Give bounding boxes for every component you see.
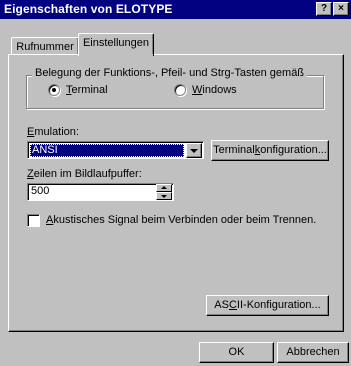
tab-rufnummer-label: Rufnummer bbox=[16, 41, 74, 53]
sound-checkbox-text: kustisches Signal beim Verbinden oder be… bbox=[53, 214, 317, 226]
emulation-selected-value: ANSI bbox=[30, 144, 184, 157]
terminal-config-post: onfiguration... bbox=[260, 144, 327, 156]
spin-up-icon[interactable] bbox=[156, 184, 172, 192]
radio-terminal[interactable] bbox=[48, 84, 60, 96]
radio-selected-dot bbox=[52, 88, 56, 92]
radio-windows[interactable] bbox=[174, 84, 186, 96]
tab-einstellungen[interactable]: Einstellungen bbox=[78, 33, 154, 56]
spin-down-icon[interactable] bbox=[156, 192, 172, 200]
mnemonic-w: W bbox=[192, 84, 203, 96]
emulation-select[interactable]: ANSI bbox=[27, 141, 204, 159]
sound-checkbox[interactable] bbox=[27, 214, 40, 227]
title-bar[interactable]: Eigenschaften von ELOTYPE ? × bbox=[0, 0, 351, 19]
tab-rufnummer[interactable]: Rufnummer bbox=[11, 37, 79, 55]
ok-button[interactable]: OK bbox=[199, 342, 274, 363]
emulation-label: Emulation: bbox=[27, 126, 79, 138]
close-button[interactable]: × bbox=[333, 2, 349, 16]
active-tab-joint bbox=[79, 54, 153, 56]
mnemonic-c: C bbox=[228, 299, 237, 311]
scrollback-input[interactable]: 500 bbox=[27, 183, 174, 201]
tab-einstellungen-label: Einstellungen bbox=[82, 37, 150, 49]
cancel-button[interactable]: Abbrechen bbox=[277, 342, 349, 363]
sound-checkbox-label[interactable]: Akustisches Signal beim Verbinden oder b… bbox=[46, 214, 316, 226]
ascii-config-pre: AS bbox=[214, 299, 229, 311]
scrollback-spinner[interactable] bbox=[156, 184, 172, 200]
properties-dialog: Eigenschaften von ELOTYPE ? × Rufnummer … bbox=[0, 0, 351, 366]
help-button[interactable]: ? bbox=[316, 2, 332, 16]
dropdown-arrow-icon[interactable] bbox=[186, 143, 202, 158]
window-title: Eigenschaften von ELOTYPE bbox=[4, 2, 173, 16]
terminal-config-pre: Terminal bbox=[213, 144, 255, 156]
ascii-config-button[interactable]: ASCII-Konfiguration... bbox=[206, 295, 329, 316]
scrollback-label-text: eilen im Bildlaufpuffer: bbox=[33, 168, 142, 180]
mnemonic-z: Z bbox=[27, 168, 34, 180]
ascii-config-post: II-Konfiguration... bbox=[236, 299, 321, 311]
radio-terminal-text: erminal bbox=[71, 84, 108, 96]
terminal-config-button[interactable]: Terminalkonfiguration... bbox=[211, 140, 329, 161]
scrollback-label: Zeilen im Bildlaufpuffer: bbox=[27, 168, 142, 180]
radio-windows-text: indows bbox=[202, 84, 237, 96]
radio-windows-label[interactable]: Windows bbox=[192, 84, 237, 96]
radio-terminal-label[interactable]: Terminal bbox=[66, 84, 108, 96]
emulation-label-text: mulation: bbox=[34, 126, 79, 138]
keys-group-legend: Belegung der Funktions-, Pfeil- und Strg… bbox=[32, 67, 308, 79]
